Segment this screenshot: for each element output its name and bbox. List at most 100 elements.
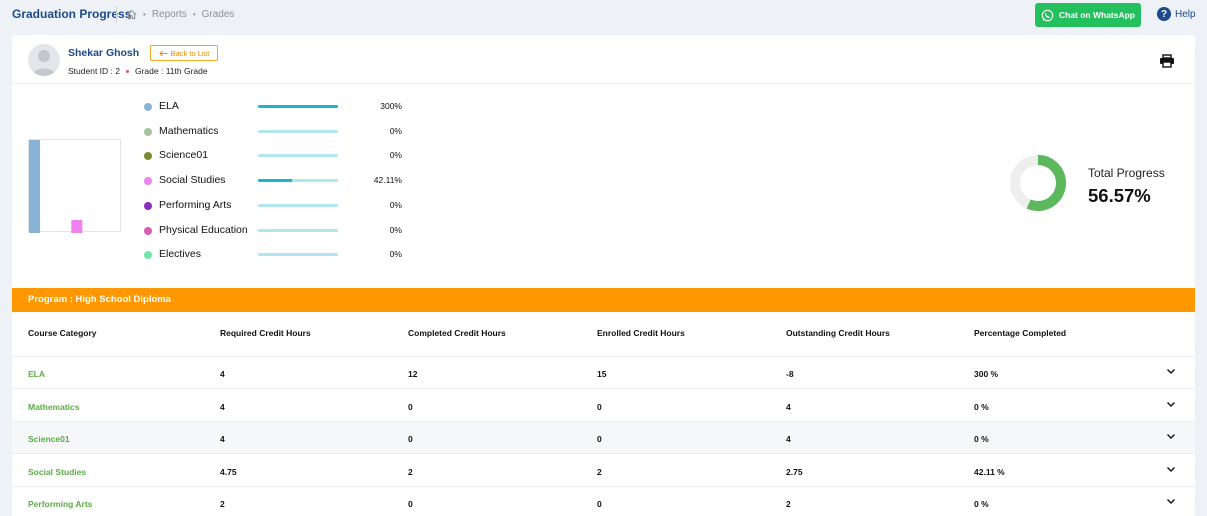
- subject-color-dot: [144, 251, 152, 260]
- cell-percentage-completed: 300 %: [974, 369, 999, 379]
- subject-percent: 42.11%: [373, 175, 402, 186]
- subject-name: ELA: [159, 100, 179, 112]
- subject-percent: 300%: [380, 101, 402, 111]
- subject-name: Physical Education: [159, 223, 248, 236]
- chevron-down-icon[interactable]: [1165, 430, 1177, 442]
- breadcrumb-item-reports[interactable]: Reports: [152, 9, 187, 20]
- subject-name: Science01: [159, 149, 209, 162]
- cell-percentage-completed: 0 %: [974, 434, 989, 445]
- student-meta: Student ID : 2 Grade : 11th Grade: [68, 66, 208, 76]
- help-icon: ?: [1157, 7, 1171, 21]
- breadcrumb-separator: •: [192, 10, 196, 19]
- column-header-enrolled: Enrolled Credit Hours: [597, 328, 685, 338]
- cell-percentage-completed: 42.11 %: [974, 466, 1005, 477]
- breadcrumb-item-grades: Grades: [201, 9, 235, 20]
- home-icon[interactable]: [126, 9, 137, 20]
- chevron-down-icon[interactable]: [1165, 495, 1177, 507]
- title-divider: [116, 6, 117, 23]
- table-row[interactable]: Performing Arts 2 0 0 2 0 %: [12, 487, 1195, 516]
- column-header-completed: Completed Credit Hours: [408, 328, 506, 338]
- cell-enrolled-credit-hours: 2: [597, 466, 602, 477]
- subject-row: Performing Arts 0%: [144, 198, 414, 214]
- cell-course-category[interactable]: Performing Arts: [28, 499, 92, 509]
- subject-percent: 0%: [389, 224, 402, 235]
- cell-completed-credit-hours: 0: [408, 434, 413, 445]
- back-to-list-button[interactable]: Back to List: [150, 45, 218, 61]
- cell-enrolled-credit-hours: 0: [597, 401, 602, 412]
- subject-bar-chart: [28, 139, 121, 233]
- print-icon[interactable]: [1159, 54, 1175, 68]
- cell-completed-credit-hours: 0: [408, 401, 413, 412]
- arrow-left-icon: [158, 50, 168, 56]
- subject-progress-bar: [258, 179, 338, 183]
- chevron-down-icon[interactable]: [1165, 365, 1177, 377]
- cell-outstanding-credit-hours: 4: [786, 401, 791, 412]
- cell-percentage-completed: 0 %: [974, 401, 989, 412]
- cell-course-category[interactable]: ELA: [28, 369, 45, 379]
- subject-color-dot: [144, 226, 152, 235]
- column-header-course-category: Course Category: [28, 328, 97, 338]
- table-row[interactable]: Social Studies 4.75 2 2 2.75 42.11 %: [12, 455, 1195, 487]
- cell-completed-credit-hours: 0: [408, 499, 413, 510]
- whatsapp-label: Chat on WhatsApp: [1058, 10, 1136, 20]
- subject-progress-bar: [258, 129, 338, 133]
- subject-progress-bar: [258, 203, 338, 207]
- whatsapp-icon: [1041, 9, 1054, 21]
- cell-course-category[interactable]: Science01: [28, 434, 70, 444]
- cell-outstanding-credit-hours: 4: [786, 434, 791, 445]
- subject-color-dot: [144, 177, 152, 186]
- table-row[interactable]: Science01 4 0 0 4 0 %: [12, 422, 1195, 455]
- subject-row: Electives 0%: [144, 247, 414, 263]
- avatar: [28, 44, 60, 76]
- help-label: Help: [1175, 8, 1196, 20]
- back-to-list-label: Back to List: [170, 48, 210, 58]
- subject-progress-bar: [258, 154, 338, 158]
- table-row[interactable]: ELA 4 12 15 -8 300 %: [12, 357, 1195, 389]
- subject-color-dot: [144, 152, 152, 161]
- whatsapp-chat-button[interactable]: Chat on WhatsApp: [1035, 3, 1141, 27]
- cell-enrolled-credit-hours: 15: [597, 369, 607, 379]
- cell-percentage-completed: 0 %: [974, 499, 989, 510]
- cell-required-credit-hours: 4: [220, 434, 225, 445]
- subject-row: Social Studies 42.11%: [144, 173, 414, 189]
- table-row[interactable]: Mathematics 4 0 0 4 0 %: [12, 390, 1195, 422]
- total-progress-donut: [1010, 155, 1066, 211]
- subject-color-dot: [144, 201, 152, 210]
- subject-name: Electives: [159, 248, 202, 261]
- help-link[interactable]: ? Help: [1157, 7, 1196, 21]
- subject-progress-bar: [258, 228, 338, 232]
- column-header-outstanding: Outstanding Credit Hours: [786, 328, 890, 338]
- cell-outstanding-credit-hours: -8: [786, 369, 794, 379]
- subject-row: Mathematics 0%: [144, 124, 414, 140]
- breadcrumb-separator: •: [143, 10, 146, 19]
- subject-percent: 0%: [389, 199, 402, 210]
- subject-percent: 0%: [389, 249, 402, 260]
- cell-enrolled-credit-hours: 0: [597, 434, 602, 445]
- cell-completed-credit-hours: 12: [408, 369, 418, 379]
- student-name: Shekar Ghosh: [68, 47, 140, 59]
- cell-course-category[interactable]: Social Studies: [28, 467, 86, 477]
- subject-name: Performing Arts: [159, 198, 232, 211]
- cell-outstanding-credit-hours: 2.75: [786, 466, 803, 477]
- breadcrumb: • Reports • Grades: [126, 9, 234, 20]
- progress-card: Shekar Ghosh Back to List Student ID : 2…: [12, 35, 1195, 516]
- subject-progress-bar: [258, 253, 338, 257]
- cell-required-credit-hours: 2: [220, 499, 225, 510]
- subject-bar: [71, 219, 83, 233]
- subject-progress-bar: [258, 105, 338, 108]
- student-grade: Grade : 11th Grade: [134, 66, 208, 76]
- program-banner: Program : High School Diploma: [12, 288, 1195, 312]
- subject-row: Science01 0%: [144, 148, 414, 164]
- subject-percent: 0%: [389, 125, 402, 136]
- chevron-down-icon[interactable]: [1165, 463, 1177, 475]
- meta-separator: [125, 69, 129, 73]
- cell-required-credit-hours: 4: [220, 369, 225, 379]
- subject-color-dot: [144, 103, 152, 111]
- chevron-down-icon[interactable]: [1165, 398, 1177, 410]
- student-id: Student ID : 2: [68, 66, 120, 76]
- top-bar: Graduation Progress • Reports • Grades C…: [0, 0, 1207, 30]
- total-progress-value: 56.57%: [1088, 185, 1151, 206]
- cell-completed-credit-hours: 2: [408, 466, 413, 477]
- cell-course-category[interactable]: Mathematics: [28, 402, 80, 412]
- page-title: Graduation Progress: [12, 7, 132, 21]
